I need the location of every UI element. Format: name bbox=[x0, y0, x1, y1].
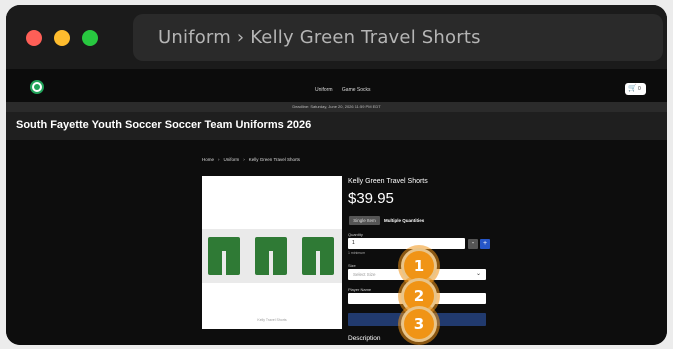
quantity-minimum-note: 1 minimum bbox=[348, 251, 366, 255]
minimize-window-button[interactable] bbox=[54, 30, 70, 46]
breadcrumb-uniform[interactable]: Uniform bbox=[224, 157, 240, 162]
close-window-button[interactable] bbox=[26, 30, 42, 46]
breadcrumb-separator: › bbox=[218, 157, 220, 162]
title-bar: Uniform › Kelly Green Travel Shorts bbox=[6, 5, 667, 69]
breadcrumb-current: Kelly Green Travel Shorts bbox=[248, 157, 301, 162]
product-image-strip bbox=[202, 229, 342, 283]
product-image-caption: Kelly Travel Shorts bbox=[257, 318, 287, 322]
shorts-side-image bbox=[302, 237, 334, 275]
maximize-window-button[interactable] bbox=[82, 30, 98, 46]
cart-count: 0 bbox=[638, 86, 641, 92]
size-placeholder: Select Size bbox=[353, 272, 376, 277]
store-title: South Fayette Youth Soccer Soccer Team U… bbox=[16, 119, 312, 131]
description-heading: Description bbox=[348, 335, 381, 342]
shorts-front-image bbox=[208, 237, 240, 275]
site-nav: Uniform Game Socks 🛒 0 bbox=[6, 69, 667, 102]
player-name-label: Player Name bbox=[348, 287, 372, 292]
quantity-input[interactable]: 1 bbox=[348, 238, 465, 249]
tab-multiple-quantities[interactable]: Multiple Quantities bbox=[384, 218, 424, 223]
nav-link-uniform[interactable]: Uniform bbox=[315, 87, 333, 93]
quantity-increment-button[interactable]: + bbox=[480, 239, 490, 249]
chevron-down-icon: ⌄ bbox=[476, 271, 482, 277]
store-banner: South Fayette Youth Soccer Soccer Team U… bbox=[6, 112, 667, 140]
product-page: Home › Uniform › Kelly Green Travel Shorts K… bbox=[6, 140, 667, 345]
product-title: Kelly Green Travel Shorts bbox=[348, 178, 428, 185]
quantity-value: 1 bbox=[352, 240, 355, 246]
cart-icon: 🛒 bbox=[628, 85, 637, 92]
size-label: Size bbox=[348, 263, 356, 268]
tab-single-item[interactable]: Single Item bbox=[349, 216, 380, 225]
site-logo-icon[interactable] bbox=[30, 80, 44, 94]
deadline-bar: Deadline: Saturday, June 20, 2026 11:59 … bbox=[6, 102, 667, 112]
address-bar[interactable]: Uniform › Kelly Green Travel Shorts bbox=[133, 14, 663, 61]
step-marker-3: 3 bbox=[401, 306, 437, 342]
breadcrumb: Home › Uniform › Kelly Green Travel Shorts bbox=[202, 157, 300, 162]
breadcrumb-home[interactable]: Home bbox=[202, 157, 214, 162]
shorts-back-image bbox=[255, 237, 287, 275]
address-bar-text: Uniform › Kelly Green Travel Shorts bbox=[158, 27, 481, 48]
browser-window: Uniform › Kelly Green Travel Shorts Unif… bbox=[6, 5, 667, 345]
quantity-decrement-button[interactable]: - bbox=[468, 239, 478, 249]
nav-links: Uniform Game Socks bbox=[315, 87, 379, 93]
product-price: $39.95 bbox=[348, 190, 394, 207]
cart-button[interactable]: 🛒 0 bbox=[625, 83, 646, 95]
quantity-label: Quantity bbox=[348, 232, 363, 237]
breadcrumb-separator: › bbox=[243, 157, 245, 162]
product-image[interactable]: Kelly Travel Shorts bbox=[202, 176, 342, 329]
nav-link-game-socks[interactable]: Game Socks bbox=[342, 87, 371, 93]
